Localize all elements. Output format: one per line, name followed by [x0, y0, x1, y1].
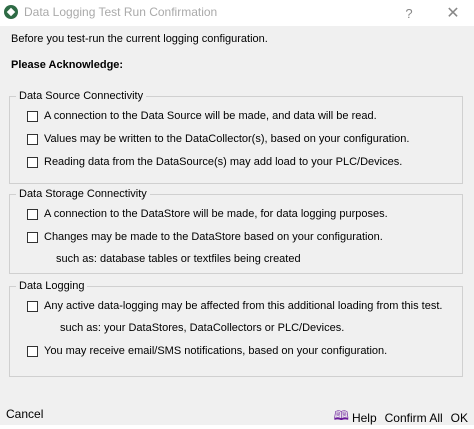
- group-title: Data Source Connectivity: [16, 89, 147, 103]
- checkbox-label: A connection to the DataStore will be ma…: [44, 208, 388, 220]
- source-check-3[interactable]: Reading data from the DataSource(s) may …: [27, 156, 402, 168]
- logging-check-2[interactable]: You may receive email/SMS notifications,…: [27, 345, 387, 357]
- app-icon: [4, 5, 18, 19]
- source-check-2[interactable]: Values may be written to the DataCollect…: [27, 133, 409, 145]
- data-source-group: Data Source Connectivity A connection to…: [9, 89, 463, 184]
- help-question-button[interactable]: ?: [394, 0, 424, 26]
- checkbox[interactable]: [27, 300, 38, 312]
- source-check-1[interactable]: A connection to the Data Source will be …: [27, 110, 377, 122]
- logging-check-1[interactable]: Any active data-logging may be affected …: [27, 300, 442, 312]
- checkbox-label: Reading data from the DataSource(s) may …: [44, 156, 403, 168]
- checkbox-label: Any active data-logging may be affected …: [44, 300, 443, 312]
- confirm-all-button[interactable]: Confirm All: [385, 411, 443, 425]
- checkbox[interactable]: [27, 110, 38, 122]
- acknowledge-heading: Please Acknowledge:: [11, 59, 124, 71]
- checkbox[interactable]: [27, 156, 38, 168]
- data-logging-group: Data Logging Any active data-logging may…: [9, 279, 463, 377]
- footer-actions: 🕮 Help Confirm All OK: [334, 407, 468, 429]
- help-button[interactable]: Help: [352, 411, 377, 425]
- intro-text: Before you test-run the current logging …: [11, 33, 268, 45]
- window-title: Data Logging Test Run Confirmation: [24, 5, 218, 19]
- help-book-icon: 🕮: [333, 408, 349, 423]
- checkbox[interactable]: [27, 231, 38, 243]
- checkbox-label: Values may be written to the DataCollect…: [44, 133, 410, 145]
- title-bar: Data Logging Test Run Confirmation ? ✕: [0, 0, 474, 26]
- data-storage-group: Data Storage Connectivity A connection t…: [9, 187, 463, 274]
- checkbox-label: You may receive email/SMS notifications,…: [44, 345, 388, 357]
- group-title: Data Logging: [16, 279, 88, 293]
- checkbox[interactable]: [27, 133, 38, 145]
- group-title: Data Storage Connectivity: [16, 187, 150, 201]
- checkbox[interactable]: [27, 345, 38, 357]
- storage-check-1[interactable]: A connection to the DataStore will be ma…: [27, 208, 388, 220]
- logging-note: such as: your DataStores, DataCollectors…: [60, 322, 345, 334]
- dialog-body: Before you test-run the current logging …: [0, 26, 474, 425]
- storage-note: such as: database tables or textfiles be…: [56, 253, 301, 265]
- checkbox-label: Changes may be made to the DataStore bas…: [44, 231, 383, 243]
- checkbox[interactable]: [27, 208, 38, 220]
- storage-check-2[interactable]: Changes may be made to the DataStore bas…: [27, 231, 383, 243]
- cancel-button[interactable]: Cancel: [6, 407, 43, 421]
- ok-button[interactable]: OK: [451, 411, 468, 425]
- close-button[interactable]: ✕: [438, 0, 468, 26]
- checkbox-label: A connection to the Data Source will be …: [44, 110, 377, 122]
